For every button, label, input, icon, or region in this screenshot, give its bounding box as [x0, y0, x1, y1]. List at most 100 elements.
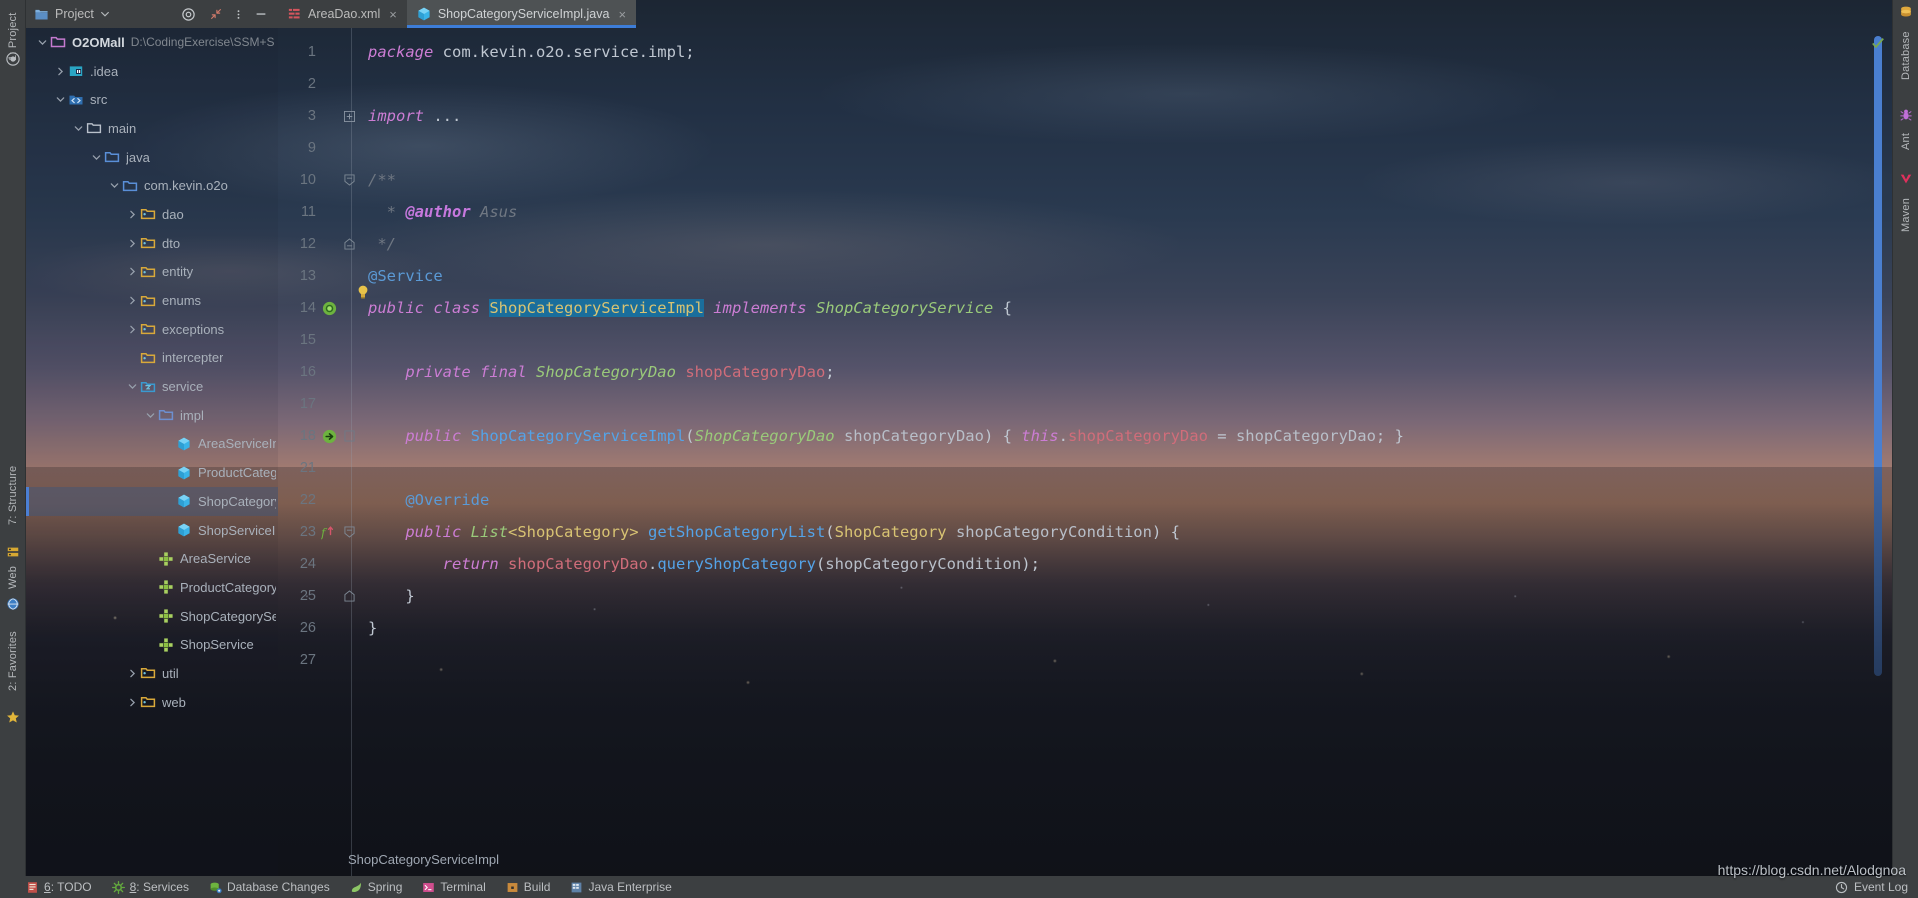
- tab-shopcategoryserviceimpl-java[interactable]: ShopCategoryServiceImpl.java ×: [406, 0, 637, 28]
- more-vertical-icon[interactable]: [236, 7, 241, 22]
- terminal-icon: [423, 882, 435, 892]
- chevron-down-icon[interactable]: [34, 38, 50, 47]
- fold-doc-start-icon[interactable]: [342, 174, 356, 186]
- collapse-all-icon[interactable]: [209, 7, 223, 21]
- tree-item-exceptions[interactable]: exceptions: [26, 315, 278, 344]
- event-log-label[interactable]: Event Log: [1854, 880, 1908, 894]
- tree-item-main[interactable]: main: [26, 114, 278, 143]
- chevron-right-icon[interactable]: [52, 67, 68, 76]
- spring-bean-gutter-icon[interactable]: [316, 300, 342, 317]
- tree-item--idea[interactable]: .idea: [26, 57, 278, 86]
- web-icon: [0, 597, 26, 611]
- tree-item-intercepter[interactable]: intercepter: [26, 344, 278, 373]
- tab-areadao-xml[interactable]: AreaDao.xml ×: [278, 0, 407, 28]
- tree-item-shopcategoryservice[interactable]: ShopCategoryService: [26, 602, 278, 631]
- line-number: 23: [299, 524, 316, 540]
- status-item-todo[interactable]: 6: TODO: [26, 880, 92, 894]
- status-item-database-changes[interactable]: Database Changes: [209, 880, 330, 894]
- chevron-right-icon[interactable]: [124, 669, 140, 678]
- tree-item-dto[interactable]: dto: [26, 229, 278, 258]
- spring-autowired-gutter-icon[interactable]: [316, 428, 342, 445]
- maven-glyph-icon: [1900, 174, 1912, 184]
- tree-item-areaservice[interactable]: AreaService: [26, 544, 278, 573]
- rail-item-structure[interactable]: 7: Structure: [0, 455, 26, 535]
- fold-doc-end-icon[interactable]: [342, 238, 356, 250]
- minimize-icon[interactable]: [254, 7, 268, 21]
- fold-collapse-icon[interactable]: [342, 526, 356, 538]
- status-item-spring[interactable]: Spring: [350, 880, 402, 894]
- rail-item-favorites[interactable]: 2: Favorites: [0, 620, 26, 702]
- tab-close-icon[interactable]: ×: [618, 7, 626, 22]
- tree-item-label: enums: [162, 293, 202, 309]
- chevron-right-icon[interactable]: [124, 267, 140, 276]
- override-gutter-icon[interactable]: f: [316, 524, 342, 541]
- status-item-services[interactable]: 8: Services: [111, 880, 189, 894]
- fold-expand-icon[interactable]: [342, 110, 356, 122]
- tree-item-entity[interactable]: entity: [26, 258, 278, 287]
- package-yellow-icon: [140, 264, 157, 280]
- chevron-down-icon[interactable]: [124, 382, 140, 391]
- editor-scrollbar[interactable]: [1866, 28, 1892, 876]
- tree-item-util[interactable]: util: [26, 659, 278, 688]
- rail-label-database: Database: [1900, 31, 1912, 81]
- code-line-16: 16 private final ShopCategoryDao shopCat…: [278, 356, 1866, 388]
- tree-item-web[interactable]: web: [26, 688, 278, 717]
- chevron-down-icon[interactable]: [106, 181, 122, 190]
- event-log-icon: [1835, 881, 1848, 893]
- tree-item-productcategoryservice[interactable]: ProductCategoryService: [26, 573, 278, 602]
- rail-item-database[interactable]: Database: [1893, 22, 1918, 90]
- tree-item-shopcategoryserviceimpl[interactable]: ShopCategoryServiceImpl: [26, 487, 278, 516]
- code-text: * @author Asus: [368, 203, 518, 221]
- package-yellow-icon: [140, 694, 157, 710]
- status-item-build[interactable]: Build: [506, 880, 550, 894]
- rail-item-maven[interactable]: Maven: [1893, 190, 1918, 240]
- scrollbar-thumb[interactable]: [1874, 36, 1882, 676]
- ant-glyph-icon: [1900, 109, 1912, 121]
- chevron-right-icon[interactable]: [124, 296, 140, 305]
- breadcrumb[interactable]: ShopCategoryServiceImpl: [278, 845, 1866, 873]
- target-locate-icon[interactable]: [181, 7, 196, 22]
- rail-item-ant[interactable]: Ant: [1893, 126, 1918, 156]
- fold-block-icon[interactable]: [342, 430, 356, 442]
- chevron-down-icon[interactable]: [52, 95, 68, 104]
- tree-item-areaserviceimpl[interactable]: AreaServiceImpl: [26, 430, 278, 459]
- fold-block-glyph-icon: [343, 430, 355, 442]
- inspection-ok-icon[interactable]: [1871, 36, 1885, 50]
- chevron-right-icon[interactable]: [124, 210, 140, 219]
- tree-item-impl[interactable]: impl: [26, 401, 278, 430]
- tree-item-dao[interactable]: dao: [26, 200, 278, 229]
- chevron-right-icon[interactable]: [124, 698, 140, 707]
- code-text: @Override: [356, 491, 489, 509]
- chevron-down-icon[interactable]: [88, 153, 104, 162]
- code-line-22: 22 @Override: [278, 484, 1866, 516]
- tree-item-com-kevin-o2o[interactable]: com.kevin.o2o: [26, 171, 278, 200]
- javadoc-author-tag: @author: [405, 203, 471, 221]
- status-item-terminal[interactable]: Terminal: [422, 880, 486, 894]
- tree-item-o2omall[interactable]: O2OMall D:\CodingExercise\SSM+S: [26, 28, 278, 57]
- project-panel-header: Project: [26, 0, 278, 28]
- breadcrumb-class[interactable]: ShopCategoryServiceImpl: [348, 852, 499, 867]
- tab-label: AreaDao.xml: [308, 7, 381, 21]
- package-yellow-icon: [140, 350, 157, 366]
- code-editor[interactable]: 1 package com.kevin.o2o.service.impl; 2 …: [278, 28, 1866, 876]
- line-number: 16: [299, 364, 316, 380]
- tree-item-shopservice[interactable]: ShopService: [26, 630, 278, 659]
- tree-item-src[interactable]: src: [26, 85, 278, 114]
- tab-close-icon[interactable]: ×: [389, 7, 397, 22]
- fold-minus-top-icon: [343, 526, 355, 538]
- status-item-java-enterprise[interactable]: Java Enterprise: [570, 880, 672, 894]
- tree-item-java[interactable]: java: [26, 143, 278, 172]
- chevron-right-icon[interactable]: [124, 325, 140, 334]
- rail-item-web[interactable]: Web: [0, 560, 26, 594]
- chevron-down-icon[interactable]: [100, 9, 110, 19]
- tree-item-service[interactable]: service: [26, 372, 278, 401]
- chevron-down-icon[interactable]: [70, 124, 86, 133]
- fold-end-icon[interactable]: [342, 590, 356, 602]
- tree-item-enums[interactable]: enums: [26, 286, 278, 315]
- project-tree[interactable]: O2OMall D:\CodingExercise\SSM+S .idea src ma…: [26, 28, 278, 876]
- tree-item-shopserviceimpl[interactable]: ShopServiceImpl: [26, 516, 278, 545]
- chevron-right-icon[interactable]: [124, 239, 140, 248]
- chevron-down-icon[interactable]: [142, 411, 158, 420]
- tree-item-productcategoryserviceimpl[interactable]: ProductCategoryServiceImpl: [26, 458, 278, 487]
- star-glyph-icon: [7, 711, 19, 723]
